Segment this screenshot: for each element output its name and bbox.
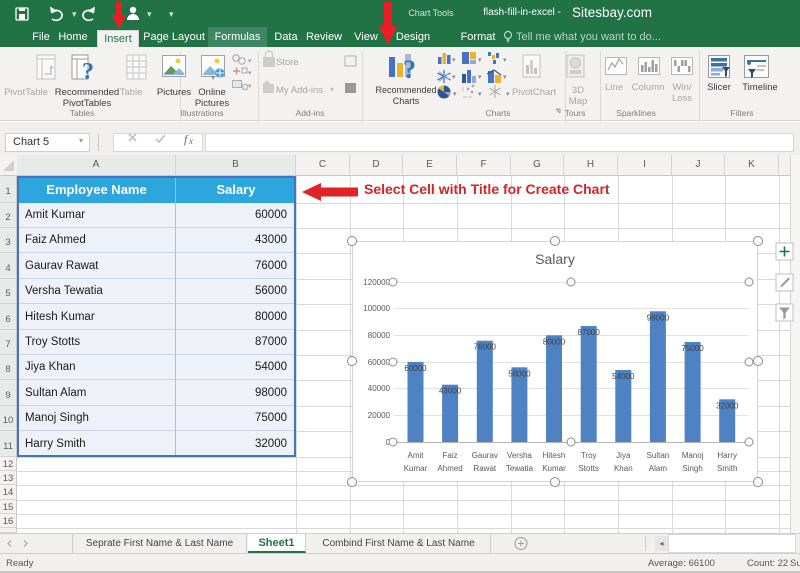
svg-text:Manoj: Manoj	[682, 451, 704, 460]
svg-text:▾: ▾	[248, 70, 252, 77]
svg-text:Singh: Singh	[682, 464, 702, 473]
svg-text:Amit: Amit	[408, 451, 425, 460]
svg-text:Hitesh: Hitesh	[543, 451, 566, 460]
svg-text:Khan: Khan	[614, 464, 633, 473]
svg-text:100000: 100000	[363, 304, 390, 313]
svg-text:▾: ▾	[330, 85, 334, 94]
svg-text:54000: 54000	[612, 372, 635, 381]
svg-text:Rawat: Rawat	[473, 464, 496, 473]
svg-text:▾: ▾	[478, 57, 482, 64]
svg-text:60000: 60000	[368, 358, 391, 367]
svg-text:▾: ▾	[453, 91, 457, 98]
svg-text:?: ?	[82, 59, 94, 85]
svg-text:40000: 40000	[368, 384, 391, 393]
svg-text:▾: ▾	[248, 58, 252, 65]
svg-text:▾: ▾	[478, 91, 482, 98]
svg-text:76000: 76000	[474, 343, 497, 352]
svg-text:Troy: Troy	[581, 451, 597, 460]
svg-text:▾: ▾	[452, 57, 456, 64]
svg-text:Alam: Alam	[649, 464, 668, 473]
svg-text:▾: ▾	[169, 9, 174, 19]
svg-text:80000: 80000	[543, 337, 566, 346]
svg-text:Ahmed: Ahmed	[437, 464, 462, 473]
svg-text:87000: 87000	[578, 328, 601, 337]
svg-text:▾: ▾	[506, 91, 510, 98]
svg-text:Gaurav: Gaurav	[472, 451, 498, 460]
svg-text:Salary: Salary	[535, 251, 575, 267]
svg-text:Kumar: Kumar	[404, 464, 428, 473]
svg-text:Stotts: Stotts	[578, 464, 598, 473]
svg-text:32000: 32000	[716, 401, 739, 410]
svg-text:75000: 75000	[681, 344, 704, 353]
svg-text:60000: 60000	[404, 364, 427, 373]
svg-text:43000: 43000	[439, 387, 462, 396]
svg-text:x: x	[188, 136, 193, 146]
svg-text:120000: 120000	[363, 278, 390, 287]
svg-text:▾: ▾	[147, 9, 152, 19]
svg-text:Tewatia: Tewatia	[506, 464, 534, 473]
svg-text:?: ?	[403, 55, 416, 84]
svg-text:Faiz: Faiz	[443, 451, 458, 460]
svg-text:▾: ▾	[248, 83, 252, 90]
svg-text:▾: ▾	[503, 74, 507, 81]
svg-text:▾: ▾	[478, 74, 482, 81]
svg-text:98000: 98000	[647, 313, 670, 322]
svg-text:Harry: Harry	[717, 451, 737, 460]
svg-text:Smith: Smith	[717, 464, 737, 473]
svg-text:Versha: Versha	[507, 451, 532, 460]
svg-text:Sultan: Sultan	[647, 451, 670, 460]
svg-text:80000: 80000	[368, 331, 391, 340]
svg-text:20000: 20000	[368, 411, 391, 420]
svg-text:▾: ▾	[503, 57, 507, 64]
svg-text:▾: ▾	[72, 9, 77, 19]
svg-text:Kumar: Kumar	[542, 464, 566, 473]
svg-text:56000: 56000	[508, 369, 531, 378]
svg-text:▾: ▾	[211, 73, 215, 82]
svg-text:Jiya: Jiya	[616, 451, 631, 460]
svg-text:▾: ▾	[452, 74, 456, 81]
